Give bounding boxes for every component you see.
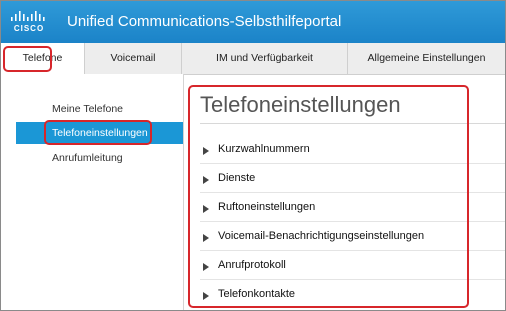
sidebar-item-meine-telefone[interactable]: Meine Telefone — [1, 98, 183, 120]
triangle-right-icon — [203, 263, 209, 271]
main-tabs: Telefone Voicemail IM und Verfügbarkeit … — [1, 43, 505, 75]
tab-im-verfuegbarkeit[interactable]: IM und Verfügbarkeit — [182, 43, 348, 74]
tab-allgemeine-einstellungen[interactable]: Allgemeine Einstellungen — [348, 43, 505, 74]
app-header: CISCO Unified Communications-Selbsthilfe… — [1, 1, 505, 43]
sidebar-item-label: Meine Telefone — [52, 103, 124, 115]
section-telefonkontakte[interactable]: Telefonkontakte — [200, 281, 505, 309]
portal-window: CISCO Unified Communications-Selbsthilfe… — [0, 0, 506, 311]
section-voicemail-benachrichtigungseinstellungen[interactable]: Voicemail-Benachrichtigungseinstellungen — [200, 223, 505, 251]
cisco-logo: CISCO — [8, 10, 50, 36]
title-divider — [200, 123, 505, 124]
main-content: Telefoneinstellungen Kurzwahlnummern Die… — [184, 74, 505, 310]
sidebar-item-label: Anrufumleitung — [52, 152, 123, 164]
tab-telefone[interactable]: Telefone — [1, 43, 85, 74]
section-label: Telefonkontakte — [218, 288, 296, 300]
section-ruftoneinstellungen[interactable]: Ruftoneinstellungen — [200, 194, 505, 222]
triangle-right-icon — [203, 292, 209, 300]
triangle-right-icon — [203, 205, 209, 213]
logo-text: CISCO — [13, 24, 45, 33]
app-title: Unified Communications-Selbsthilfeportal — [67, 13, 342, 30]
sidebar: Meine Telefone Telefoneinstellungen Anru… — [1, 74, 184, 310]
page-title: Telefoneinstellungen — [200, 92, 401, 117]
section-label: Dienste — [218, 172, 256, 184]
section-anrufprotokoll[interactable]: Anrufprotokoll — [200, 252, 505, 280]
sidebar-item-label: Telefoneinstellungen — [52, 127, 148, 139]
section-kurzwahlnummern[interactable]: Kurzwahlnummern — [200, 136, 505, 164]
triangle-right-icon — [203, 176, 209, 184]
section-label: Voicemail-Benachrichtigungseinstellungen — [218, 230, 425, 242]
tab-voicemail[interactable]: Voicemail — [85, 43, 182, 74]
sidebar-item-telefoneinstellungen[interactable]: Telefoneinstellungen — [16, 122, 183, 144]
section-label: Anrufprotokoll — [218, 259, 286, 271]
cisco-bars-icon — [11, 11, 45, 21]
sidebar-item-anrufumleitung[interactable]: Anrufumleitung — [1, 147, 183, 169]
section-label: Ruftoneinstellungen — [218, 201, 316, 213]
triangle-right-icon — [203, 147, 209, 155]
triangle-right-icon — [203, 234, 209, 242]
section-dienste[interactable]: Dienste — [200, 165, 505, 193]
section-label: Kurzwahlnummern — [218, 143, 310, 155]
